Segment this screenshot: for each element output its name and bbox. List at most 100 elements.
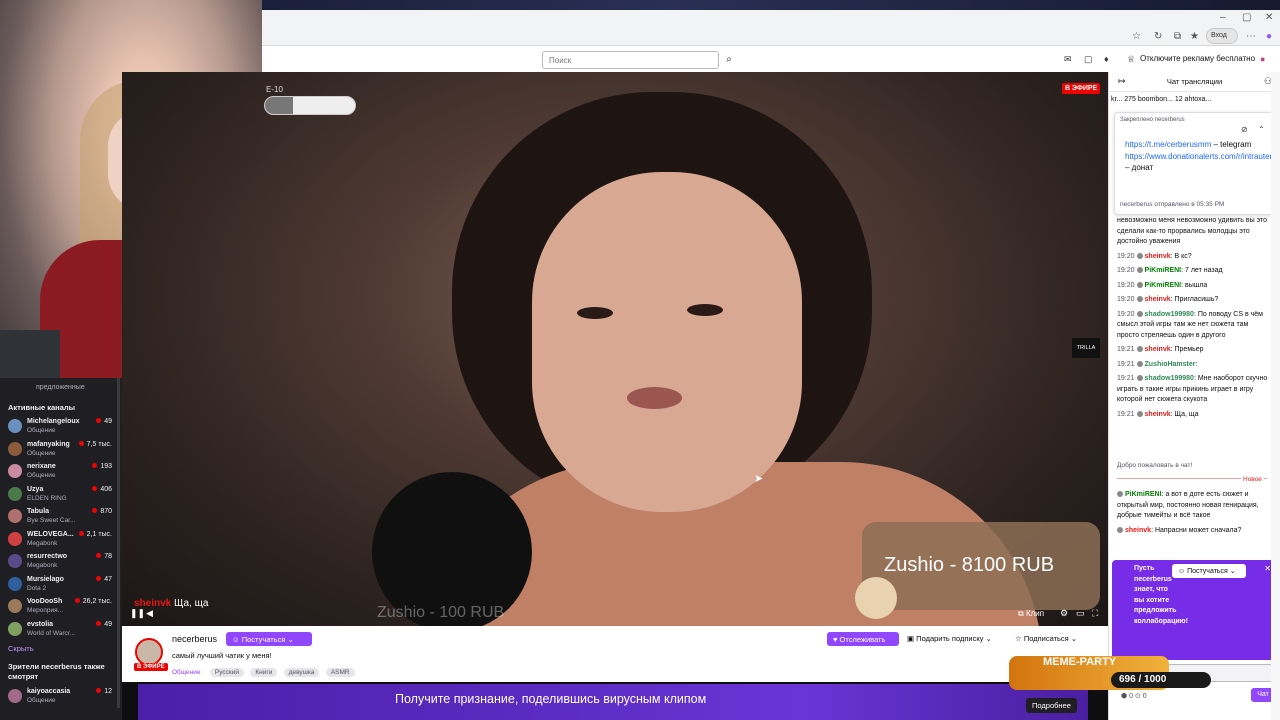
message-user[interactable]: PiKmiRENI <box>1145 282 1182 289</box>
meme-title: MEME-PARTY <box>1043 656 1117 668</box>
message-user[interactable]: sheinvk <box>1145 346 1171 353</box>
show-more-link[interactable]: Скрыть <box>8 644 34 653</box>
more-menu-icon[interactable]: ⋯ <box>1246 31 1256 42</box>
pinned-link[interactable]: https://www.donationalerts.com/r/intraut… <box>1125 152 1280 161</box>
collections-icon[interactable]: ⧉ <box>1174 31 1181 42</box>
search-input[interactable] <box>542 51 719 69</box>
clip-button[interactable]: ⧉ Клип <box>1018 609 1044 619</box>
channel-name: Mursielago <box>27 575 64 583</box>
volume-icon[interactable]: ◀ <box>146 608 153 619</box>
whispers-icon[interactable]: ▢ <box>1084 54 1093 65</box>
channel-points[interactable]: ⬢ 0 ⊙ 0 <box>1121 692 1147 700</box>
theatre-mode-icon[interactable]: ▭ <box>1076 608 1085 619</box>
video-player[interactable]: Е-10 В ЭФИРЕ TRILLA Zushio - 8100 RUB Zu… <box>122 72 1108 626</box>
message-time: 19:21 <box>1117 410 1135 418</box>
tag[interactable]: ASMR <box>325 668 355 677</box>
fullscreen-icon[interactable]: ⛶ <box>1092 608 1098 619</box>
sidebar-scrollbar[interactable] <box>117 378 120 708</box>
message-user[interactable]: ZushioHamster <box>1145 361 1196 368</box>
sidebar-channel[interactable]: Uzya ELDEN RING 406 <box>8 484 112 506</box>
message-user[interactable]: shadow199980 <box>1145 375 1194 382</box>
message-time: 19:20 <box>1117 296 1135 303</box>
message-user[interactable]: sheinvk <box>1145 253 1171 260</box>
coffee-cup-icon <box>855 577 897 619</box>
message-text: Напрасни может сначала? <box>1154 526 1242 534</box>
banner-more-button[interactable]: Подробнее <box>1026 698 1077 713</box>
user-badge-icon <box>1117 491 1123 497</box>
promo-banner[interactable]: Получите признание, поделившись вирусным… <box>138 684 1088 720</box>
message-text: В кс? <box>1174 252 1192 260</box>
inbox-icon[interactable]: ✉ <box>1064 54 1072 65</box>
message-user[interactable]: sheinvk <box>1145 411 1171 418</box>
maximize-button[interactable]: ▢ <box>1242 12 1251 23</box>
pinned-footer: necerberus отправлено в 05:35 PM <box>1120 201 1225 208</box>
channel-avatar[interactable] <box>135 638 163 666</box>
profile-button[interactable]: Вход <box>1206 28 1238 44</box>
viewer-count: 406 <box>92 485 112 493</box>
message-user[interactable]: PiKmiRENI <box>1125 491 1162 498</box>
viewer-count: 870 <box>92 508 112 515</box>
collab-join-button[interactable]: ☺ Постучаться ⌄ <box>1172 564 1246 578</box>
sidebar-channel[interactable]: Michelangeloux Общение 49 <box>8 416 112 438</box>
favorites-icon[interactable]: ★ <box>1190 31 1199 42</box>
collapse-pin-icon[interactable]: ⌃ <box>1258 125 1265 134</box>
close-icon[interactable]: ✕ <box>1264 564 1271 573</box>
sidebar-channel[interactable]: nerixane Общение 193 <box>8 461 112 483</box>
close-window-button[interactable]: ✕ <box>1265 12 1273 23</box>
sidebar-channel-also[interactable]: kaiyoaccasia Общение 12 <box>8 686 112 708</box>
follow-button[interactable]: ♥ Отслеживать <box>827 632 899 646</box>
mouse-cursor: ➤ <box>754 473 764 485</box>
also-watch-heading: Зрители necerberus также смотрят <box>8 662 105 681</box>
join-button[interactable]: ☺ Постучаться ⌄ <box>226 632 312 646</box>
meme-party-widget: MEME-PARTY 696 / 1000 <box>1009 656 1211 690</box>
user-badge-icon <box>1136 252 1143 259</box>
bookmark-star-icon[interactable]: ☆ <box>1132 31 1141 42</box>
stream-title: самый лучший чатик у меня! <box>172 651 272 660</box>
subscribe-label: Подписаться <box>1023 634 1069 643</box>
message-user[interactable]: sheinvk <box>1125 527 1151 534</box>
ad-free-button[interactable]: Отключите рекламу бесплатно <box>1140 54 1255 63</box>
crown-icon[interactable]: ♕ <box>1127 54 1135 65</box>
channel-category: Bye Sweet Car... <box>27 517 76 524</box>
settings-gear-icon[interactable]: ⚙ <box>1060 608 1068 619</box>
sidebar-channel[interactable]: VooDooSh Мероприя... 26,2 тыс. <box>8 596 112 618</box>
viewer-count: 78 <box>96 553 112 560</box>
sidebar-channel[interactable]: evstolia World of Warcr... 49 <box>8 619 112 641</box>
minimize-button[interactable]: – <box>1220 12 1226 23</box>
suggested-label: предложенные <box>36 384 85 391</box>
message-text: вышла <box>1184 281 1208 289</box>
live-badge: В ЭФИРЕ <box>1062 83 1101 94</box>
message-user[interactable]: shadow199980 <box>1145 311 1194 318</box>
subscribe-button[interactable]: ☆ Подписаться ⌄ <box>1015 634 1077 643</box>
tag[interactable]: Книги <box>250 668 278 677</box>
search-icon[interactable]: ⌕ <box>720 51 738 69</box>
collab-prompt: Пусть necerberus знает, что вы хотите пр… <box>1112 560 1275 660</box>
copilot-icon[interactable]: ● <box>1266 31 1272 42</box>
message-user[interactable]: sheinvk <box>1145 296 1171 303</box>
gift-sub-button[interactable]: ▣ Подарить подписку ⌄ <box>907 634 992 643</box>
user-avatar[interactable]: ● <box>1260 54 1265 64</box>
tag[interactable]: Русский <box>209 668 244 677</box>
viewer-count: 26,2 тыс. <box>74 598 112 605</box>
sidebar-channel[interactable]: WELOVEGA... Megabonk 2,1 тыс. <box>8 529 112 551</box>
refresh-icon[interactable]: ↻ <box>1154 31 1162 42</box>
donation-alert-text: Zushio - 8100 RUB <box>884 554 1055 576</box>
sidebar-channel[interactable]: mafanyaking Общение 7,5 тыс. <box>8 439 112 461</box>
sidebar-channel[interactable]: Mursielago Dota 2 47 <box>8 574 112 596</box>
message-user[interactable]: PiKmiRENI <box>1145 267 1182 274</box>
viewer-count: 193 <box>92 463 112 470</box>
left-sidebar: предложенные Активные каналы Michelangel… <box>0 378 122 720</box>
category-link[interactable]: Общение <box>172 668 204 677</box>
pause-button[interactable]: ❚❚ <box>130 608 145 619</box>
sidebar-channel[interactable]: Tabula Bye Sweet Car... 870 <box>8 506 112 528</box>
channel-name: kaiyoaccasia <box>27 688 71 695</box>
hide-pin-icon[interactable]: ⊘ <box>1241 125 1248 134</box>
notifications-icon[interactable]: ♦ <box>1104 54 1109 64</box>
channel-avatar <box>8 599 22 613</box>
tag[interactable]: девушка <box>283 668 320 677</box>
channel-name[interactable]: necerberus <box>172 634 217 644</box>
pinned-link[interactable]: https://t.me/cerberusmm <box>1125 140 1211 149</box>
page-scrollbar[interactable] <box>1271 72 1280 720</box>
chat-message: PiKmiRENI: а вот в доте есть сюжет и отк… <box>1117 491 1259 519</box>
sidebar-channel[interactable]: resurrectwo Megabonk 78 <box>8 551 112 573</box>
